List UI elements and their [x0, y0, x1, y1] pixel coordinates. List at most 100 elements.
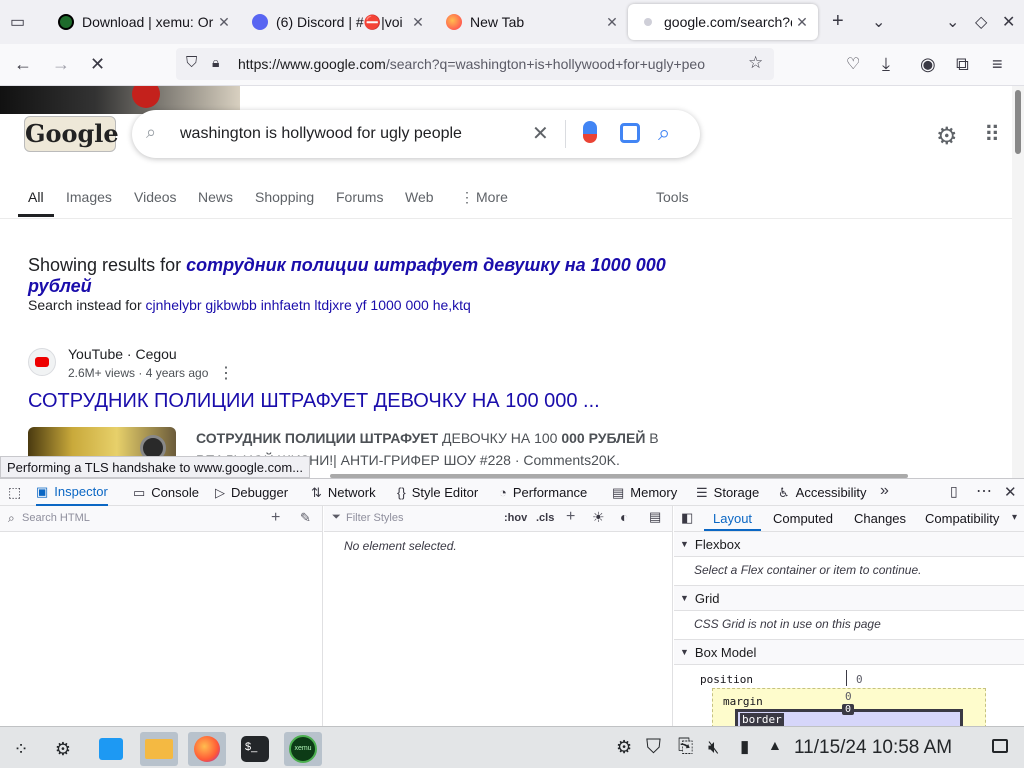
result-title-link[interactable]: СОТРУДНИК ПОЛИЦИИ ШТРАФУЕТ ДЕВОЧКУ НА 10… [28, 390, 600, 413]
menu-hamburger-icon[interactable]: ≡ [992, 54, 1003, 75]
toggle-pane-icon[interactable]: ◧ [681, 510, 693, 526]
tab-overview-icon[interactable]: ▭ [10, 12, 25, 32]
tab-news[interactable]: News [198, 189, 233, 205]
forward-arrow-icon[interactable]: → [52, 54, 70, 75]
account-icon[interactable]: ◉ [920, 54, 936, 75]
page-vertical-scrollbar[interactable] [1012, 86, 1024, 478]
tracking-protection-shield-icon[interactable]: ⛉ [186, 54, 197, 71]
filter-styles-input[interactable]: Filter Styles [346, 512, 403, 524]
pocket-icon[interactable]: ♡ [846, 54, 860, 74]
extensions-icon[interactable]: ⧉ [956, 54, 969, 75]
tab-images[interactable]: Images [66, 189, 112, 205]
devtools-tab-style-editor[interactable]: {} Style Editor [397, 479, 478, 506]
tab-web[interactable]: Web [405, 189, 434, 205]
stop-loading-icon[interactable]: ✕ [90, 54, 105, 75]
original-query-link[interactable]: cjnhelybr gjkbwbb inhfaetn ltdjxre yf 10… [146, 297, 471, 313]
result-options-kebab-icon[interactable]: ⋮ [218, 363, 234, 383]
clear-search-icon[interactable]: ✕ [532, 121, 549, 146]
corrected-query-link[interactable]: сотрудник полиции штрафует девушку на 10… [186, 255, 666, 275]
border-value[interactable]: 0 [842, 704, 855, 715]
search-box[interactable]: ⌕ washington is hollywood for ugly peopl… [132, 110, 700, 158]
tab-shopping[interactable]: Shopping [255, 189, 314, 205]
tab-more[interactable]: More [476, 189, 508, 205]
tray-clipboard-icon[interactable]: ⎘ [678, 736, 693, 758]
hover-state-toggle[interactable]: :hov [504, 512, 527, 524]
add-node-icon[interactable]: + [271, 509, 280, 527]
devtools-tab-network[interactable]: ⇅ Network [311, 479, 376, 506]
devtools-tab-performance[interactable]: ◔ Performance [499, 479, 587, 506]
corrected-query-link-cont[interactable]: рублей [28, 276, 92, 296]
tab-all[interactable]: All [28, 189, 44, 205]
tab-new-tab[interactable]: New Tab ✕ [432, 4, 628, 40]
window-close-icon[interactable]: ✕ [1002, 12, 1015, 32]
firefox-taskbar-icon[interactable] [188, 732, 226, 766]
devtools-tab-inspector[interactable]: ▣ Inspector [36, 479, 108, 506]
clock[interactable]: 11/15/24 10:58 AM [794, 737, 952, 759]
tab-xemu[interactable]: Download | xemu: Or ✕ [44, 4, 240, 40]
devtools-tab-storage[interactable]: ☰ Storage [696, 479, 759, 506]
class-toggle[interactable]: .cls [536, 512, 554, 524]
lens-search-icon[interactable] [620, 123, 640, 143]
close-tab-icon[interactable]: ✕ [408, 14, 428, 31]
close-tab-icon[interactable]: ✕ [792, 14, 812, 31]
search-input[interactable]: washington is hollywood for ugly people [180, 125, 462, 143]
tab-videos[interactable]: Videos [134, 189, 177, 205]
close-tab-icon[interactable]: ✕ [602, 14, 622, 31]
back-arrow-icon[interactable]: ← [14, 54, 32, 75]
tab-discord[interactable]: (6) Discord | #⛔|voi ✕ [238, 4, 434, 40]
devtools-tab-debugger[interactable]: ▷ Debugger [215, 479, 288, 506]
tray-volume-muted-icon[interactable]: 🔇︎ [708, 737, 719, 758]
url-text[interactable]: https://www.google.com/search?q=washingt… [238, 56, 738, 72]
dark-scheme-icon[interactable]: ◐ [620, 509, 628, 525]
tray-expand-arrow-icon[interactable]: ▲ [768, 737, 782, 753]
devtools-tab-accessibility[interactable]: ♿︎ Accessibility [778, 479, 866, 506]
box-model-section-header[interactable]: ▼ Box Model [674, 639, 1024, 665]
close-tab-icon[interactable]: ✕ [214, 14, 234, 31]
tab-changes[interactable]: Changes [854, 511, 906, 526]
more-tabs-chevron-icon[interactable]: ▾ [1012, 512, 1017, 523]
search-submit-icon[interactable]: ⌕ [658, 120, 670, 146]
position-value[interactable]: 0 [856, 673, 863, 686]
google-apps-grid-icon[interactable]: ⠿ [984, 122, 1000, 148]
close-devtools-icon[interactable]: ✕ [1004, 483, 1017, 501]
downloads-icon[interactable]: ⤓ [882, 54, 890, 75]
more-kebab-icon[interactable]: ⋮ [460, 189, 474, 206]
tools-button[interactable]: Tools [656, 189, 689, 205]
url-bar[interactable]: ⛉ 🔒︎ https://www.google.com/search?q=was… [176, 48, 774, 80]
grid-section-header[interactable]: ▼ Grid [674, 585, 1024, 611]
voice-search-icon[interactable] [583, 121, 597, 143]
bookmark-star-icon[interactable]: ☆ [748, 53, 763, 73]
print-simulation-icon[interactable]: ▤ [649, 509, 661, 525]
add-rule-icon[interactable]: + [566, 508, 575, 526]
settings-gear-icon[interactable]: ⚙ [936, 122, 958, 151]
discover-store-icon[interactable] [92, 732, 130, 766]
tab-google-search[interactable]: google.com/search?q ✕ [628, 4, 818, 40]
tab-compatibility[interactable]: Compatibility [925, 511, 999, 526]
light-scheme-icon[interactable]: ☀ [592, 509, 605, 526]
scrollbar-thumb[interactable] [1015, 90, 1021, 154]
result-source[interactable]: YouTube · Cegou [68, 346, 177, 362]
app-launcher-icon[interactable]: ⁘ [2, 732, 40, 766]
devtools-tab-console[interactable]: ▭ Console [133, 479, 199, 506]
show-desktop-icon[interactable] [992, 739, 1008, 753]
system-settings-gear-icon[interactable]: ⚙ [44, 732, 82, 766]
window-minimize-icon[interactable]: ⌄ [946, 12, 959, 32]
eyedropper-icon[interactable]: ✎ [300, 510, 311, 526]
tray-battery-icon[interactable]: ▮ [740, 737, 749, 757]
responsive-design-icon[interactable]: ▯ [950, 483, 958, 500]
flexbox-section-header[interactable]: ▼ Flexbox [674, 531, 1024, 557]
more-tools-chevron-icon[interactable]: » [880, 482, 889, 500]
margin-value[interactable]: 0 [845, 690, 852, 703]
window-maximize-icon[interactable]: ◇ [975, 12, 987, 32]
list-tabs-chevron-icon[interactable]: ⌄ [872, 12, 885, 32]
terminal-icon[interactable]: $_ [236, 732, 274, 766]
google-doodle-logo[interactable]: Google [24, 116, 119, 152]
search-html-input[interactable]: Search HTML [22, 512, 90, 524]
devtools-options-icon[interactable]: ⋯ [976, 481, 992, 501]
tray-network-activity-icon[interactable]: ⚙ [616, 737, 632, 758]
new-tab-button[interactable]: + [832, 10, 844, 33]
lock-icon[interactable]: 🔒︎ [212, 54, 219, 71]
tab-forums[interactable]: Forums [336, 189, 383, 205]
tray-shield-icon[interactable]: ⛉ [646, 736, 661, 759]
file-manager-folder-icon[interactable] [140, 732, 178, 766]
